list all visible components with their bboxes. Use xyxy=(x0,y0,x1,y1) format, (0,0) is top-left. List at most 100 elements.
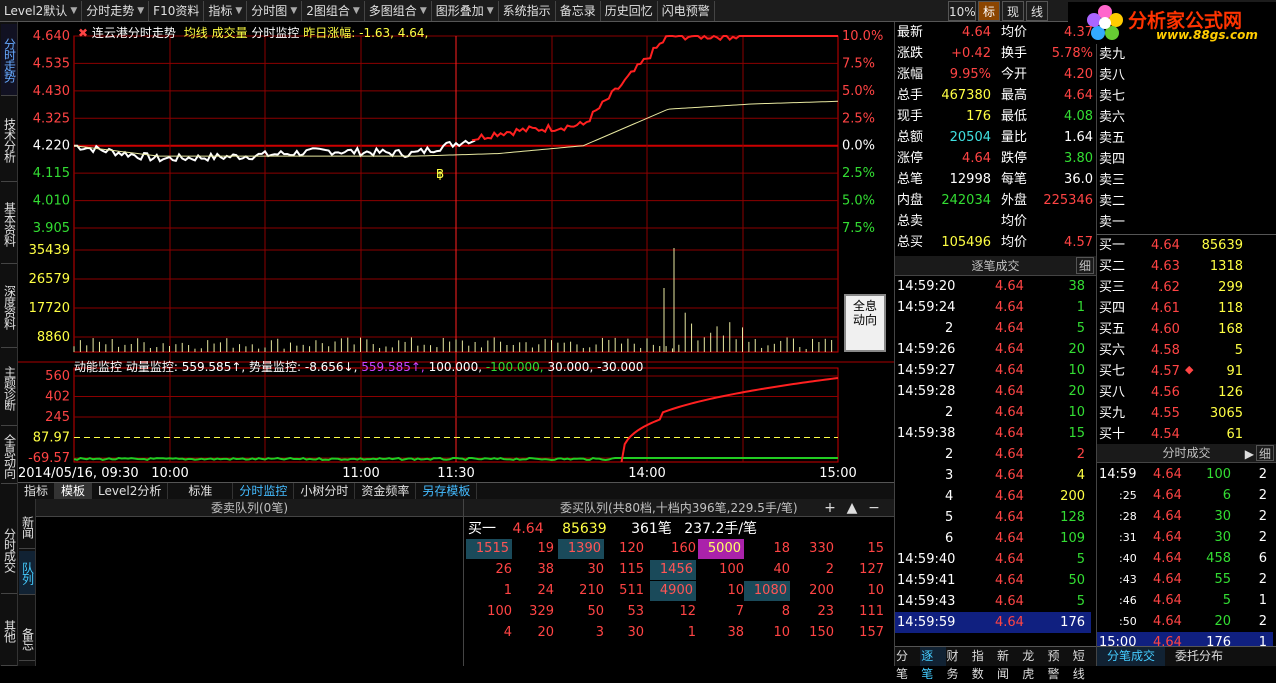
trade-row[interactable]: 5 4.64 128 xyxy=(895,507,1091,528)
tab-queue[interactable]: 队列 xyxy=(19,551,35,595)
toolbar-f10[interactable]: F10资料 xyxy=(149,0,205,21)
tab-trade-by-trade[interactable]: 逐笔 xyxy=(920,647,946,681)
toolbar-intraday-chart[interactable]: 分时图 ▼ xyxy=(247,0,303,21)
minute-detail-button[interactable]: 细 xyxy=(1256,445,1274,461)
percent-tick-label: 10.0% xyxy=(842,29,883,44)
tab-standard[interactable]: 标准 xyxy=(168,483,234,499)
tab-index[interactable]: 指数 xyxy=(971,647,996,681)
buy-level-label: 买八 xyxy=(1099,385,1126,400)
trade-row[interactable]: 14:59:59 4.64 176 xyxy=(895,612,1091,633)
tab-level2-analysis[interactable]: Level2分析 xyxy=(92,483,169,499)
minute-trade-price: 4.64 xyxy=(1153,593,1182,608)
minute-trade-row[interactable]: :28 4.64 30 2 xyxy=(1097,506,1273,527)
tab-indicator[interactable]: 指标 xyxy=(18,483,56,499)
tab-fund-frequency[interactable]: 资金频率 xyxy=(355,483,417,499)
tab-holographic[interactable]: 全息动向 xyxy=(1,428,17,484)
trade-row[interactable]: 4 4.64 200 xyxy=(895,486,1091,507)
trade-row[interactable]: 2 4.64 5 xyxy=(895,318,1091,339)
sell-level-row: 卖五 xyxy=(1097,128,1276,149)
trade-row[interactable]: 14:59:38 4.64 15 xyxy=(895,423,1091,444)
tab-memo[interactable]: 备忘 xyxy=(19,617,35,661)
mode-tab-current[interactable]: 现 xyxy=(1002,1,1024,21)
minute-trade-price: 4.64 xyxy=(1153,551,1182,566)
mode-tab-standard[interactable]: 标 xyxy=(978,1,1000,21)
price-tick-label: 4.430 xyxy=(33,84,70,99)
tab-order-distribution[interactable]: 委托分布 xyxy=(1165,647,1233,666)
minute-trade-row[interactable]: :50 4.64 20 2 xyxy=(1097,611,1273,632)
toolbar-intraday[interactable]: 分时走势 ▼ xyxy=(82,0,150,21)
tab-alert[interactable]: 预警 xyxy=(1047,647,1072,681)
trade-row[interactable]: 14:59:24 4.64 1 xyxy=(895,297,1091,318)
minute-trades-header: 分时成交 ▶ 细 xyxy=(1097,444,1276,463)
buy-level-volume: 91 xyxy=(1226,364,1243,379)
minute-trade-row[interactable]: :25 4.64 6 2 xyxy=(1097,485,1273,506)
trade-row[interactable]: 14:59:41 4.64 50 xyxy=(895,570,1091,591)
tab-finance[interactable]: 财务 xyxy=(946,647,971,681)
minus-icon[interactable]: − xyxy=(866,500,882,516)
trade-row[interactable]: 2 4.64 2 xyxy=(895,444,1091,465)
intraday-chart-svg[interactable]: 4.640 10.0% 4.535 7.5% 4.430 5.0% 4.325 2.5% 4.2… xyxy=(18,22,894,482)
toolbar-multi-chart[interactable]: 多图组合 ▼ xyxy=(365,0,432,21)
trade-row[interactable]: 3 4.64 4 xyxy=(895,465,1091,486)
trade-row[interactable]: 14:59:40 4.64 5 xyxy=(895,549,1091,570)
minute-trade-row[interactable]: :46 4.64 5 1 xyxy=(1097,590,1273,611)
trade-time: 4 xyxy=(945,489,954,504)
toolbar-indicator[interactable]: 指标 ▼ xyxy=(204,0,248,21)
trade-row[interactable]: 14:59:28 4.64 20 xyxy=(895,381,1091,402)
zoom-level[interactable]: 10% xyxy=(948,1,976,21)
tab-minute-trades[interactable]: 分时成交 xyxy=(1,506,17,594)
quote-value: 4.37 xyxy=(1064,25,1093,40)
tab-short-term[interactable]: 短线 xyxy=(1072,647,1097,681)
toolbar-memo[interactable]: 备忘录 xyxy=(556,0,601,21)
queue-order-cell: 115 xyxy=(619,562,644,577)
holographic-button[interactable]: 全息动向 xyxy=(844,294,886,352)
tab-technical[interactable]: 技术分析 xyxy=(1,98,17,182)
tab-template[interactable]: 模板 xyxy=(55,483,93,499)
tab-intraday[interactable]: 分时走势 xyxy=(1,24,17,96)
minute-trade-row[interactable]: :40 4.64 458 6 xyxy=(1097,548,1273,569)
tab-news-right[interactable]: 新闻 xyxy=(996,647,1021,681)
play-icon[interactable]: ▶ xyxy=(1245,445,1254,464)
trade-time: 3 xyxy=(945,468,954,483)
trade-row[interactable]: 6 4.64 109 xyxy=(895,528,1091,549)
tab-intraday-monitor[interactable]: 分时监控 xyxy=(233,483,295,499)
tab-save-template[interactable]: 另存模板 xyxy=(416,483,478,499)
toolbar-overlay[interactable]: 图形叠加 ▼ xyxy=(432,0,499,21)
tab-others[interactable]: 其他 xyxy=(1,596,17,666)
toolbar-flash-alert[interactable]: 闪电预警 xyxy=(658,0,715,21)
tick-trades-list[interactable]: 14:59:20 4.64 38 14:59:24 4.64 1 2 4.64 5 14:59:2… xyxy=(895,276,1095,646)
trade-row[interactable]: 14:59:26 4.64 20 xyxy=(895,339,1091,360)
chevron-up-icon[interactable]: ▲ xyxy=(844,500,860,516)
minute-trade-row[interactable]: :43 4.64 55 2 xyxy=(1097,569,1273,590)
toolbar-system-indicator[interactable]: 系统指示 xyxy=(499,0,556,21)
trade-price: 4.64 xyxy=(995,447,1024,462)
queue-order-cell: 15 xyxy=(867,541,884,556)
price-line-above xyxy=(471,34,838,142)
trade-row[interactable]: 14:59:43 4.64 5 xyxy=(895,591,1091,612)
tab-small-tree[interactable]: 小树分时 xyxy=(294,483,356,499)
tab-news[interactable]: 新闻 xyxy=(19,505,35,549)
trade-row[interactable]: 2 4.64 10 xyxy=(895,402,1091,423)
tab-tick[interactable]: 分笔 xyxy=(895,647,920,681)
tab-dragon-tiger[interactable]: 龙虎 xyxy=(1021,647,1046,681)
tab-deep-info[interactable]: 深度资料 xyxy=(1,266,17,348)
trade-volume: 38 xyxy=(1068,279,1085,294)
toolbar-history[interactable]: 历史回忆 xyxy=(601,0,658,21)
mode-tab-line[interactable]: 线 xyxy=(1026,1,1048,21)
intraday-chart[interactable]: 4.640 10.0% 4.535 7.5% 4.430 5.0% 4.325 2.5% 4.2… xyxy=(18,22,894,482)
minute-trade-row[interactable]: :31 4.64 30 2 xyxy=(1097,527,1273,548)
toolbar-layout-default[interactable]: Level2默认 ▼ xyxy=(0,0,83,21)
tab-basic-info[interactable]: 基本资料 xyxy=(1,184,17,264)
trade-row[interactable]: 14:59:27 4.64 10 xyxy=(895,360,1091,381)
toolbar-two-chart[interactable]: 2图组合 ▼ xyxy=(302,0,365,21)
tab-minute-deals[interactable]: 分笔成交 xyxy=(1097,647,1166,666)
minute-trades-list[interactable]: 14:59 4.64 100 2:25 4.64 6 2:28 4.64 30 2:31 4.64 3… xyxy=(1097,464,1273,653)
sell-queue-title: 委卖队列(0笔) xyxy=(36,499,463,517)
minute-trade-row[interactable]: 14:59 4.64 100 2 xyxy=(1097,464,1273,485)
quote-label: 最新 xyxy=(897,25,924,40)
plus-icon[interactable]: + xyxy=(822,500,838,516)
tick-detail-button[interactable]: 细 xyxy=(1076,257,1094,274)
trade-row[interactable]: 14:59:20 4.64 38 xyxy=(895,276,1091,297)
close-icon[interactable]: ✖ xyxy=(78,26,88,40)
tab-theme-diagnosis[interactable]: 主题诊断 xyxy=(1,350,17,426)
